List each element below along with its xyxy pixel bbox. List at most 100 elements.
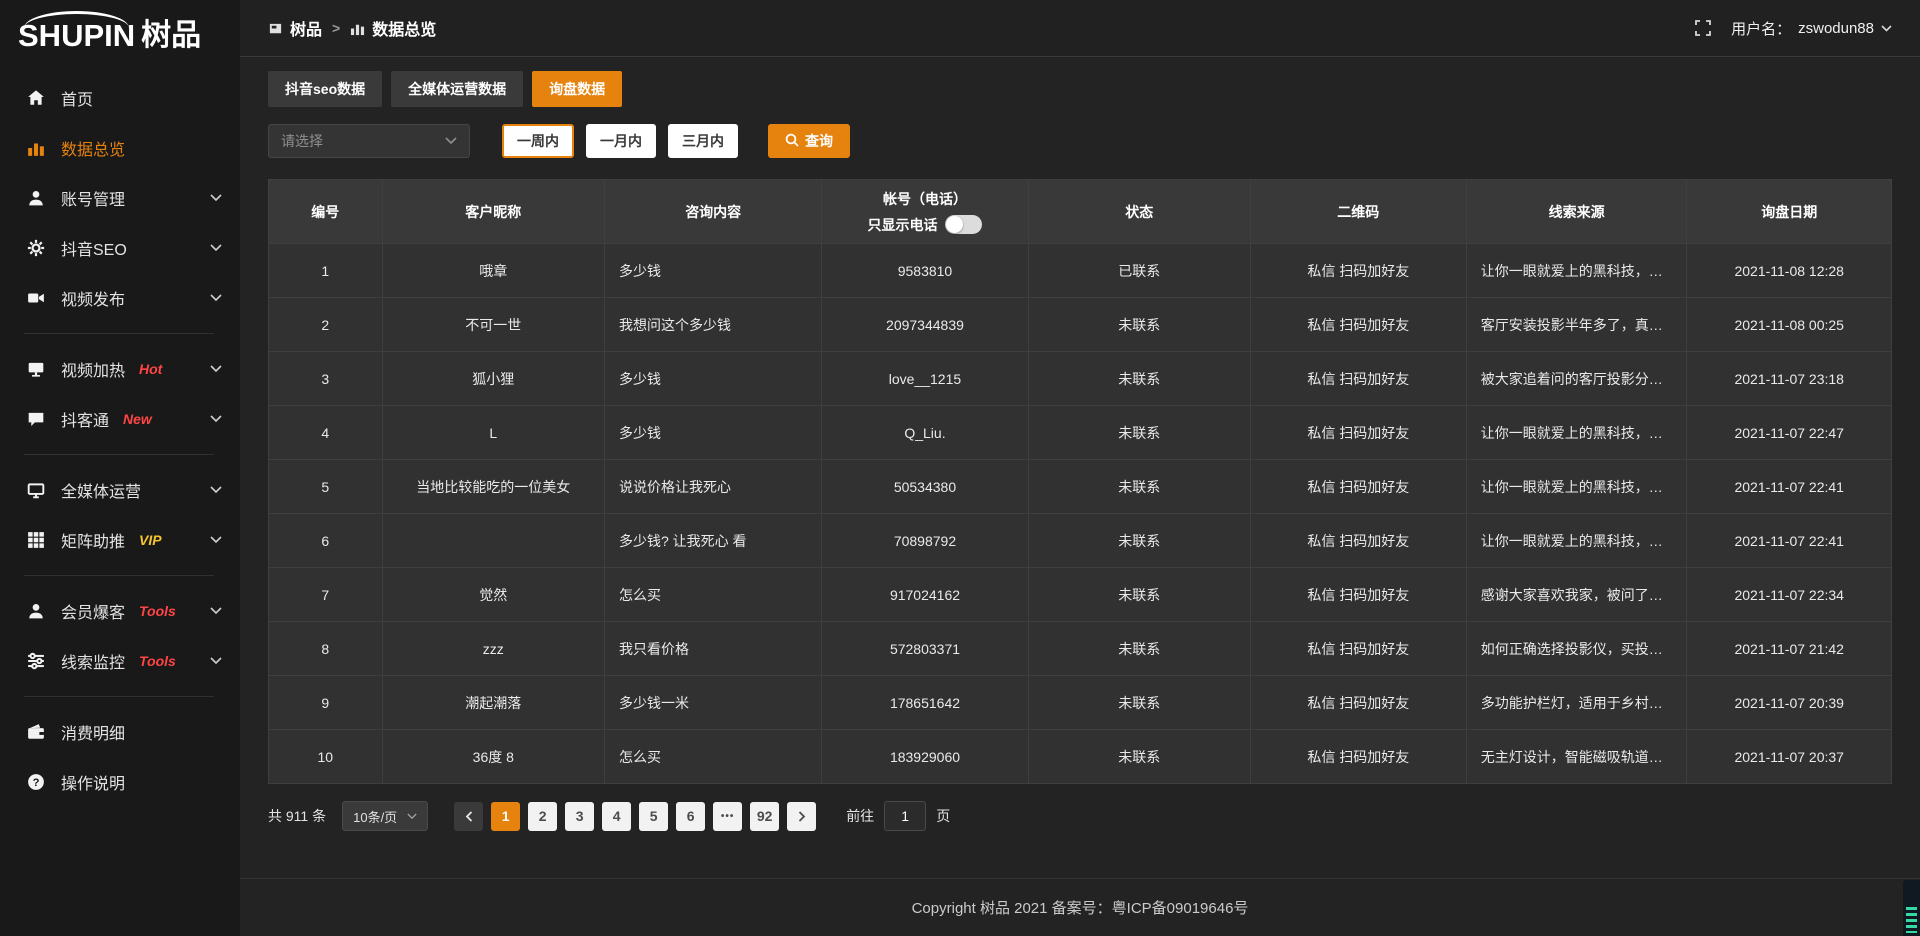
floating-widget[interactable] xyxy=(1903,880,1920,936)
home-icon xyxy=(27,89,46,108)
cell-content: 多少钱 xyxy=(604,352,821,406)
cell-qrcode[interactable]: 私信 扫码加好友 xyxy=(1250,676,1466,730)
wallet-icon xyxy=(27,723,46,742)
page-button-2[interactable]: 2 xyxy=(528,802,557,831)
cell-date: 2021-11-08 00:25 xyxy=(1687,298,1892,352)
cell-lead[interactable]: 让你一眼就爱上的黑科技，能... xyxy=(1466,460,1687,514)
app-root: SHUPIN 树品 首页数据总览账号管理抖音SEO视频发布视频加热Hot抖客通N… xyxy=(0,0,1920,936)
filter-select[interactable]: 请选择 xyxy=(268,124,470,158)
column-header-lead: 线索来源 xyxy=(1466,180,1687,244)
chat-icon xyxy=(27,410,46,429)
sidebar-item-matrix-boost[interactable]: 矩阵助推VIP xyxy=(0,515,240,565)
filter-bar: 请选择 一周内一月内三月内 查询 xyxy=(268,124,1892,158)
sidebar-item-clue-monitor[interactable]: 线索监控Tools xyxy=(0,636,240,686)
sidebar-item-label: 数据总览 xyxy=(61,136,125,160)
page-button-5[interactable]: 5 xyxy=(639,802,668,831)
period-button-three-month[interactable]: 三月内 xyxy=(668,124,738,158)
page-more-button[interactable]: ••• xyxy=(713,802,742,831)
cell-qrcode[interactable]: 私信 扫码加好友 xyxy=(1250,460,1466,514)
cell-qrcode[interactable]: 私信 扫码加好友 xyxy=(1250,568,1466,622)
cell-lead[interactable]: 如何正确选择投影仪，买投影... xyxy=(1466,622,1687,676)
cell-content: 多少钱? 让我死心 看 xyxy=(604,514,821,568)
page-button-3[interactable]: 3 xyxy=(565,802,594,831)
cell-content: 多少钱 xyxy=(604,406,821,460)
tab-douyin-seo-data[interactable]: 抖音seo数据 xyxy=(268,71,382,107)
period-button-one-month[interactable]: 一月内 xyxy=(586,124,656,158)
fullscreen-icon[interactable] xyxy=(1695,20,1711,36)
sidebar-item-video-heat[interactable]: 视频加热Hot xyxy=(0,344,240,394)
goto-page-input[interactable] xyxy=(884,801,926,831)
bar-chart-icon xyxy=(350,21,365,36)
logo-text-en: SHUPIN xyxy=(18,20,135,51)
page-number-buttons: 123456 ••• 92 xyxy=(487,802,783,831)
period-button-one-week[interactable]: 一周内 xyxy=(502,124,574,158)
cell-lead[interactable]: 被大家追着问的客厅投影分享... xyxy=(1466,352,1687,406)
phone-only-toggle[interactable] xyxy=(945,215,982,234)
sidebar-item-member-baoke[interactable]: 会员爆客Tools xyxy=(0,586,240,636)
cell-lead[interactable]: 多功能护栏灯，适用于乡村文... xyxy=(1466,676,1687,730)
pagination: 共 911 条 10条/页 123456•••92 前往 页 xyxy=(268,801,1892,831)
page-button-1[interactable]: 1 xyxy=(491,802,520,831)
user-menu[interactable]: 用户名：zswodun88 xyxy=(1731,18,1892,39)
breadcrumb-item-data-overview[interactable]: 数据总览 xyxy=(350,16,436,40)
sidebar-item-douketong[interactable]: 抖客通New xyxy=(0,394,240,444)
sidebar-item-home[interactable]: 首页 xyxy=(0,73,240,123)
column-header-no: 编号 xyxy=(269,180,383,244)
cell-qrcode[interactable]: 私信 扫码加好友 xyxy=(1250,244,1466,298)
tab-inquiry-data[interactable]: 询盘数据 xyxy=(532,71,622,107)
sidebar-item-douyin-seo[interactable]: 抖音SEO xyxy=(0,223,240,273)
sidebar-item-video-publish[interactable]: 视频发布 xyxy=(0,273,240,323)
breadcrumb-item-shupin[interactable]: 树品 xyxy=(268,16,322,40)
cell-qrcode[interactable]: 私信 扫码加好友 xyxy=(1250,352,1466,406)
cell-account: 2097344839 xyxy=(822,298,1028,352)
next-page-button[interactable] xyxy=(787,802,816,831)
column-header-label: 帐号（电话） xyxy=(822,189,1027,209)
sidebar-item-label: 视频加热 xyxy=(61,357,125,381)
cell-qrcode[interactable]: 私信 扫码加好友 xyxy=(1250,730,1466,784)
cell-lead[interactable]: 让你一眼就爱上的黑科技，能... xyxy=(1466,406,1687,460)
prev-page-button[interactable] xyxy=(454,802,483,831)
cell-lead[interactable]: 让你一眼就爱上的黑科技，能... xyxy=(1466,514,1687,568)
page-button-4[interactable]: 4 xyxy=(602,802,631,831)
table-row: 1036度 8怎么买183929060未联系私信 扫码加好友无主灯设计，智能磁吸… xyxy=(269,730,1892,784)
cell-nickname: 潮起潮落 xyxy=(382,676,604,730)
page-button-92[interactable]: 92 xyxy=(750,802,779,831)
cell-status: 未联系 xyxy=(1028,460,1250,514)
cell-content: 我只看价格 xyxy=(604,622,821,676)
page-size-select[interactable]: 10条/页 xyxy=(342,801,428,831)
cell-no: 2 xyxy=(269,298,383,352)
sidebar-item-label: 会员爆客 xyxy=(61,599,125,623)
cell-qrcode[interactable]: 私信 扫码加好友 xyxy=(1250,406,1466,460)
chart-icon xyxy=(27,139,46,158)
cell-status: 未联系 xyxy=(1028,514,1250,568)
data-tabs: 抖音seo数据全媒体运营数据询盘数据 xyxy=(268,71,1892,107)
breadcrumb-label: 树品 xyxy=(290,16,322,40)
table-row: 1哦章多少钱9583810已联系私信 扫码加好友让你一眼就爱上的黑科技，能...… xyxy=(269,244,1892,298)
cell-content: 多少钱 xyxy=(604,244,821,298)
sidebar-item-consumption-detail[interactable]: 消费明细 xyxy=(0,707,240,757)
app-window-icon xyxy=(268,21,283,36)
page-size-value: 10条/页 xyxy=(353,807,397,826)
cell-qrcode[interactable]: 私信 扫码加好友 xyxy=(1250,298,1466,352)
sidebar-item-data-overview[interactable]: 数据总览 xyxy=(0,123,240,173)
sidebar-item-operation-guide[interactable]: ?操作说明 xyxy=(0,757,240,807)
cell-lead[interactable]: 感谢大家喜欢我家，被问了好... xyxy=(1466,568,1687,622)
search-button[interactable]: 查询 xyxy=(768,124,850,158)
tab-omnimedia-data[interactable]: 全媒体运营数据 xyxy=(391,71,523,107)
sidebar-menu: 首页数据总览账号管理抖音SEO视频发布视频加热Hot抖客通New 全媒体运营矩阵助… xyxy=(0,57,240,807)
cell-lead[interactable]: 客厅安装投影半年多了，真实... xyxy=(1466,298,1687,352)
grid-icon xyxy=(27,531,46,550)
chevron-down-icon xyxy=(210,294,222,302)
cell-qrcode[interactable]: 私信 扫码加好友 xyxy=(1250,514,1466,568)
cell-lead[interactable]: 无主灯设计，智能磁吸轨道灯... xyxy=(1466,730,1687,784)
cell-qrcode[interactable]: 私信 扫码加好友 xyxy=(1250,622,1466,676)
sidebar-item-label: 全媒体运营 xyxy=(61,478,141,502)
phone-toggle-label: 只显示电话 xyxy=(867,215,937,235)
sidebar-item-account-management[interactable]: 账号管理 xyxy=(0,173,240,223)
cell-lead[interactable]: 让你一眼就爱上的黑科技，能... xyxy=(1466,244,1687,298)
page-button-6[interactable]: 6 xyxy=(676,802,705,831)
cell-nickname: zzz xyxy=(382,622,604,676)
cell-date: 2021-11-07 22:34 xyxy=(1687,568,1892,622)
sidebar-item-omni-media[interactable]: 全媒体运营 xyxy=(0,465,240,515)
screen-icon xyxy=(27,360,46,379)
